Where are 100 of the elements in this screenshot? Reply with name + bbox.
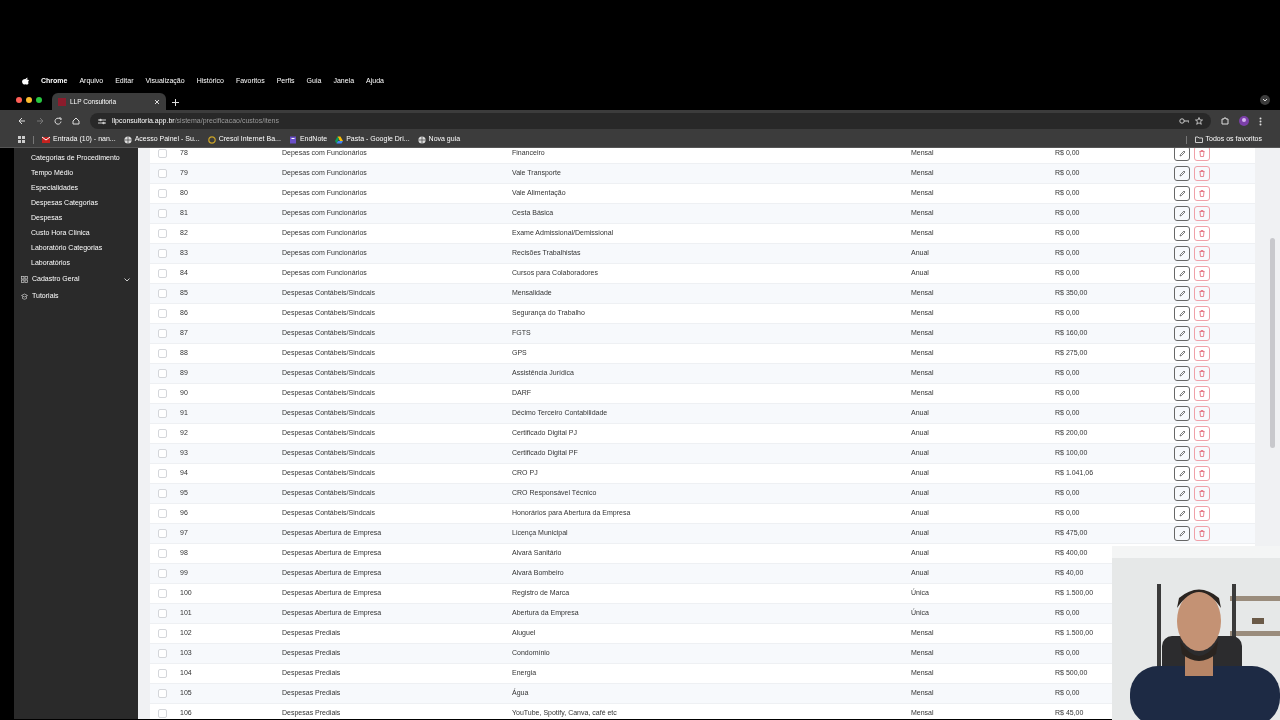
delete-button[interactable] — [1194, 166, 1210, 181]
back-icon[interactable] — [18, 117, 26, 125]
edit-button[interactable] — [1174, 206, 1190, 221]
row-checkbox[interactable] — [158, 649, 167, 658]
row-checkbox[interactable] — [158, 469, 167, 478]
row-checkbox[interactable] — [158, 449, 167, 458]
key-icon[interactable] — [1179, 118, 1189, 124]
delete-button[interactable] — [1194, 226, 1210, 241]
delete-button[interactable] — [1194, 526, 1210, 541]
row-checkbox[interactable] — [158, 369, 167, 378]
apple-icon[interactable] — [22, 77, 29, 85]
pencil-icon — [1178, 530, 1186, 537]
delete-button[interactable] — [1194, 286, 1210, 301]
edit-button[interactable] — [1174, 486, 1190, 501]
delete-button[interactable] — [1194, 346, 1210, 361]
row-checkbox[interactable] — [158, 429, 167, 438]
edit-button[interactable] — [1174, 526, 1190, 541]
edit-button[interactable] — [1174, 166, 1190, 181]
delete-button[interactable] — [1194, 366, 1210, 381]
row-checkbox[interactable] — [158, 409, 167, 418]
delete-button[interactable] — [1194, 406, 1210, 421]
trash-icon — [1199, 290, 1205, 297]
row-checkbox[interactable] — [158, 629, 167, 638]
edit-button[interactable] — [1174, 406, 1190, 421]
edit-button[interactable] — [1174, 226, 1190, 241]
close-icon[interactable] — [154, 98, 160, 105]
delete-button[interactable] — [1194, 386, 1210, 401]
row-checkbox[interactable] — [158, 269, 167, 278]
pencil-icon — [1178, 430, 1186, 437]
tab-list-icon[interactable] — [1260, 95, 1270, 105]
pencil-icon — [1178, 190, 1186, 197]
row-checkbox[interactable] — [158, 349, 167, 358]
row-checkbox[interactable] — [158, 169, 167, 178]
delete-button[interactable] — [1194, 246, 1210, 261]
row-checkbox[interactable] — [158, 209, 167, 218]
home-icon[interactable] — [72, 117, 80, 125]
pencil-icon — [1178, 330, 1186, 337]
scrollbar[interactable] — [1270, 238, 1275, 448]
edit-button[interactable] — [1174, 286, 1190, 301]
site-settings-icon[interactable] — [98, 117, 106, 125]
delete-button[interactable] — [1194, 506, 1210, 521]
edit-button[interactable] — [1174, 326, 1190, 341]
row-checkbox[interactable] — [158, 189, 167, 198]
row-checkbox[interactable] — [158, 149, 167, 158]
row-checkbox[interactable] — [158, 509, 167, 518]
edit-button[interactable] — [1174, 306, 1190, 321]
pencil-icon — [1178, 230, 1186, 237]
pencil-icon — [1178, 170, 1186, 177]
delete-button[interactable] — [1194, 306, 1210, 321]
reload-icon[interactable] — [54, 117, 62, 125]
edit-button[interactable] — [1174, 426, 1190, 441]
row-checkbox[interactable] — [158, 569, 167, 578]
apps-icon[interactable] — [18, 136, 25, 143]
star-icon[interactable] — [1195, 117, 1203, 125]
extensions-icon[interactable] — [1221, 117, 1229, 125]
profile-icon[interactable] — [1239, 116, 1249, 126]
edit-button[interactable] — [1174, 148, 1190, 161]
row-checkbox[interactable] — [158, 669, 167, 678]
new-tab-icon[interactable] — [172, 99, 179, 106]
forward-icon[interactable] — [36, 117, 44, 125]
zoom-window-button[interactable] — [36, 97, 42, 103]
edit-button[interactable] — [1174, 346, 1190, 361]
edit-button[interactable] — [1174, 246, 1190, 261]
trash-icon — [1199, 410, 1205, 417]
row-checkbox[interactable] — [158, 589, 167, 598]
minimize-window-button[interactable] — [26, 97, 32, 103]
delete-button[interactable] — [1194, 206, 1210, 221]
row-checkbox[interactable] — [158, 329, 167, 338]
trash-icon — [1199, 390, 1205, 397]
edit-button[interactable] — [1174, 466, 1190, 481]
delete-button[interactable] — [1194, 446, 1210, 461]
row-checkbox[interactable] — [158, 229, 167, 238]
delete-button[interactable] — [1194, 426, 1210, 441]
close-window-button[interactable] — [16, 97, 22, 103]
row-checkbox[interactable] — [158, 249, 167, 258]
edit-button[interactable] — [1174, 506, 1190, 521]
delete-button[interactable] — [1194, 186, 1210, 201]
delete-button[interactable] — [1194, 326, 1210, 341]
delete-button[interactable] — [1194, 148, 1210, 161]
globe-icon — [123, 135, 132, 144]
row-checkbox[interactable] — [158, 389, 167, 398]
row-checkbox[interactable] — [158, 709, 167, 718]
row-checkbox[interactable] — [158, 289, 167, 298]
more-icon[interactable] — [1259, 116, 1262, 126]
row-checkbox[interactable] — [158, 609, 167, 618]
row-checkbox[interactable] — [158, 529, 167, 538]
delete-button[interactable] — [1194, 266, 1210, 281]
pencil-icon — [1178, 450, 1186, 457]
row-checkbox[interactable] — [158, 689, 167, 698]
row-checkbox[interactable] — [158, 549, 167, 558]
row-checkbox[interactable] — [158, 489, 167, 498]
delete-button[interactable] — [1194, 486, 1210, 501]
edit-button[interactable] — [1174, 186, 1190, 201]
edit-button[interactable] — [1174, 446, 1190, 461]
edit-button[interactable] — [1174, 266, 1190, 281]
row-checkbox[interactable] — [158, 309, 167, 318]
delete-button[interactable] — [1194, 466, 1210, 481]
edit-button[interactable] — [1174, 366, 1190, 381]
edit-button[interactable] — [1174, 386, 1190, 401]
trash-icon — [1199, 530, 1205, 537]
